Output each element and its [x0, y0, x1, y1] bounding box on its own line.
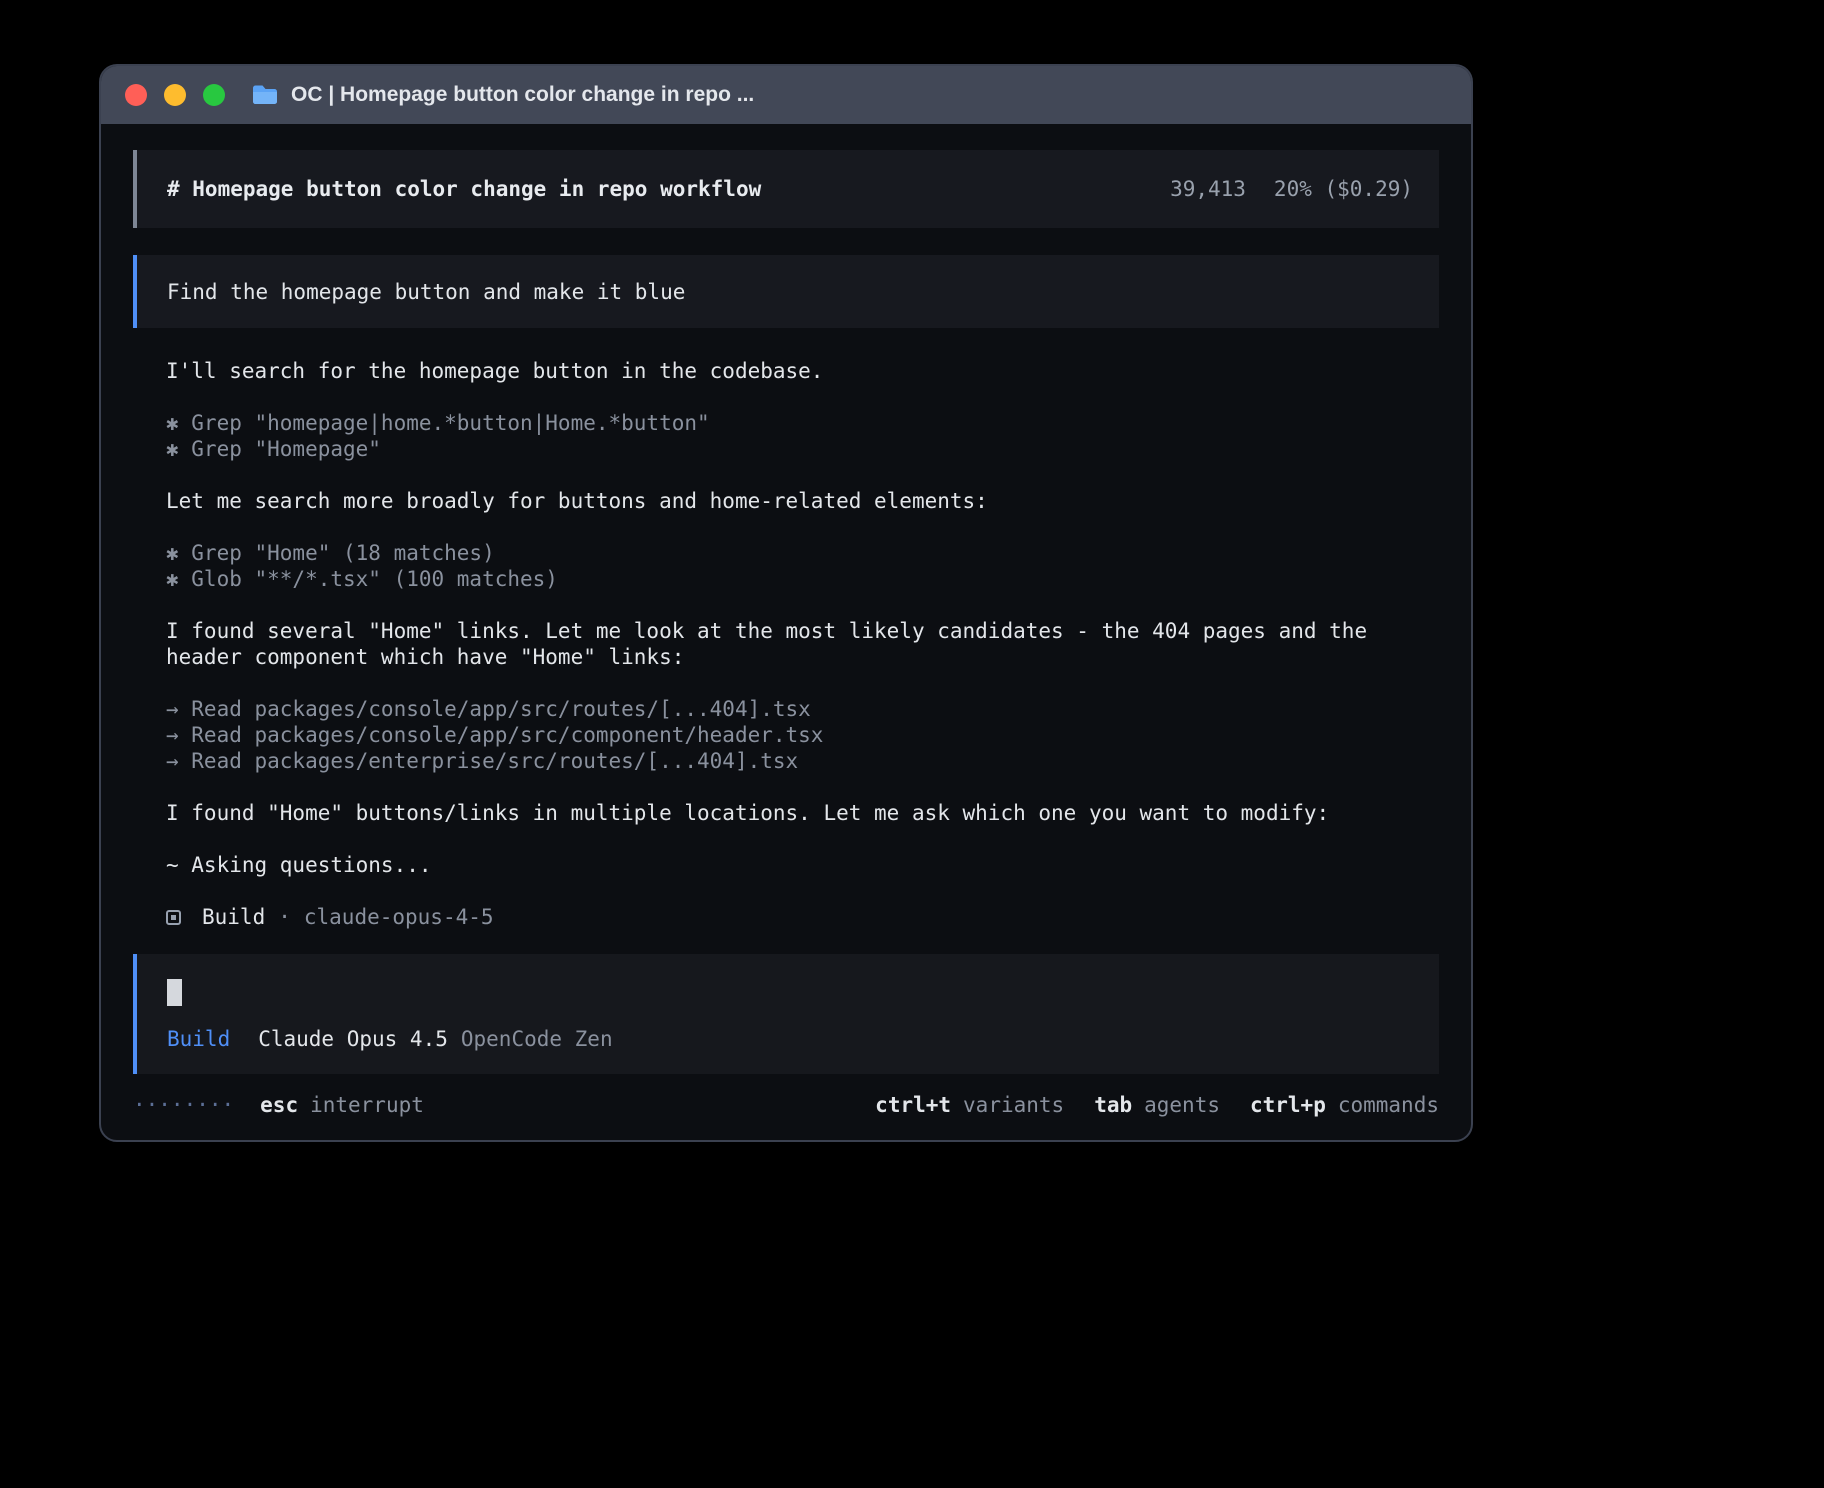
statusbar-left: ········ esc interrupt [133, 1092, 424, 1118]
kbd-ctrl-t: ctrl+t [875, 1092, 951, 1118]
tool-call-glob: ✱ Glob "**/*.tsx" (100 matches) [166, 566, 1439, 592]
minimize-button[interactable] [164, 84, 186, 106]
model-label[interactable]: Claude Opus 4.5 [258, 1026, 448, 1052]
assistant-text: I'll search for the homepage button in t… [166, 358, 1439, 384]
text-cursor [167, 979, 182, 1006]
prompt-input[interactable]: Build Claude Opus 4.5 OpenCode Zen [133, 954, 1439, 1074]
tool-call-read: → Read packages/console/app/src/routes/[… [166, 696, 1439, 722]
tool-call-grep: ✱ Grep "Home" (18 matches) [166, 540, 1439, 566]
zoom-button[interactable] [203, 84, 225, 106]
agent-model: claude-opus-4-5 [304, 904, 494, 930]
agent-icon [166, 910, 181, 925]
tool-call-read: → Read packages/console/app/src/componen… [166, 722, 1439, 748]
window-title: OC | Homepage button color change in rep… [291, 83, 754, 107]
assistant-status-text: ~ Asking questions... [166, 852, 1439, 878]
user-message-text: Find the homepage button and make it blu… [167, 279, 685, 305]
assistant-text: I found "Home" buttons/links in multiple… [166, 800, 1439, 826]
assistant-text: Let me search more broadly for buttons a… [166, 488, 1439, 514]
kbd-ctrl-p: ctrl+p [1250, 1092, 1326, 1118]
input-footer: Build Claude Opus 4.5 OpenCode Zen [167, 1026, 1409, 1052]
kbd-tab-label: agents [1144, 1092, 1220, 1118]
kbd-hint-variants: ctrl+t variants [875, 1092, 1064, 1118]
tool-call-read: → Read packages/enterprise/src/routes/[.… [166, 748, 1439, 774]
titlebar[interactable]: OC | Homepage button color change in rep… [101, 66, 1471, 124]
close-button[interactable] [125, 84, 147, 106]
agent-name: Build [202, 904, 265, 930]
kbd-tab: tab [1094, 1092, 1132, 1118]
agent-status: Build · claude-opus-4-5 [133, 904, 1439, 930]
kbd-ctrl-t-label: variants [963, 1092, 1064, 1118]
provider-label: OpenCode Zen [461, 1026, 613, 1052]
session-stats: 39,413 20% ($0.29) [1170, 176, 1413, 202]
kbd-ctrl-p-label: commands [1338, 1092, 1439, 1118]
user-message: Find the homepage button and make it blu… [133, 255, 1439, 328]
folder-icon [251, 83, 279, 107]
statusbar-right: ctrl+t variants tab agents ctrl+p comman… [875, 1092, 1439, 1118]
kbd-hint-agents: tab agents [1094, 1092, 1220, 1118]
spinner-dots: ········ [133, 1092, 234, 1118]
tool-call-grep: ✱ Grep "homepage|home.*button|Home.*butt… [166, 410, 1439, 436]
traffic-lights [125, 84, 225, 106]
session-title: # Homepage button color change in repo w… [167, 176, 761, 202]
kbd-hint-commands: ctrl+p commands [1250, 1092, 1439, 1118]
conversation: I'll search for the homepage button in t… [133, 358, 1439, 878]
context-usage: 20% ($0.29) [1274, 176, 1413, 202]
kbd-esc: esc [260, 1092, 298, 1118]
agent-separator: · [278, 904, 291, 930]
terminal-window: OC | Homepage button color change in rep… [99, 64, 1473, 1142]
session-header: # Homepage button color change in repo w… [133, 150, 1439, 228]
token-count: 39,413 [1170, 176, 1246, 202]
agent-mode-label[interactable]: Build [167, 1026, 230, 1052]
assistant-text: I found several "Home" links. Let me loo… [166, 618, 1439, 670]
tool-call-grep: ✱ Grep "Homepage" [166, 436, 1439, 462]
statusbar: ········ esc interrupt ctrl+t variants t… [133, 1092, 1439, 1118]
terminal-content: # Homepage button color change in repo w… [101, 124, 1471, 1118]
kbd-esc-label: interrupt [310, 1092, 424, 1118]
